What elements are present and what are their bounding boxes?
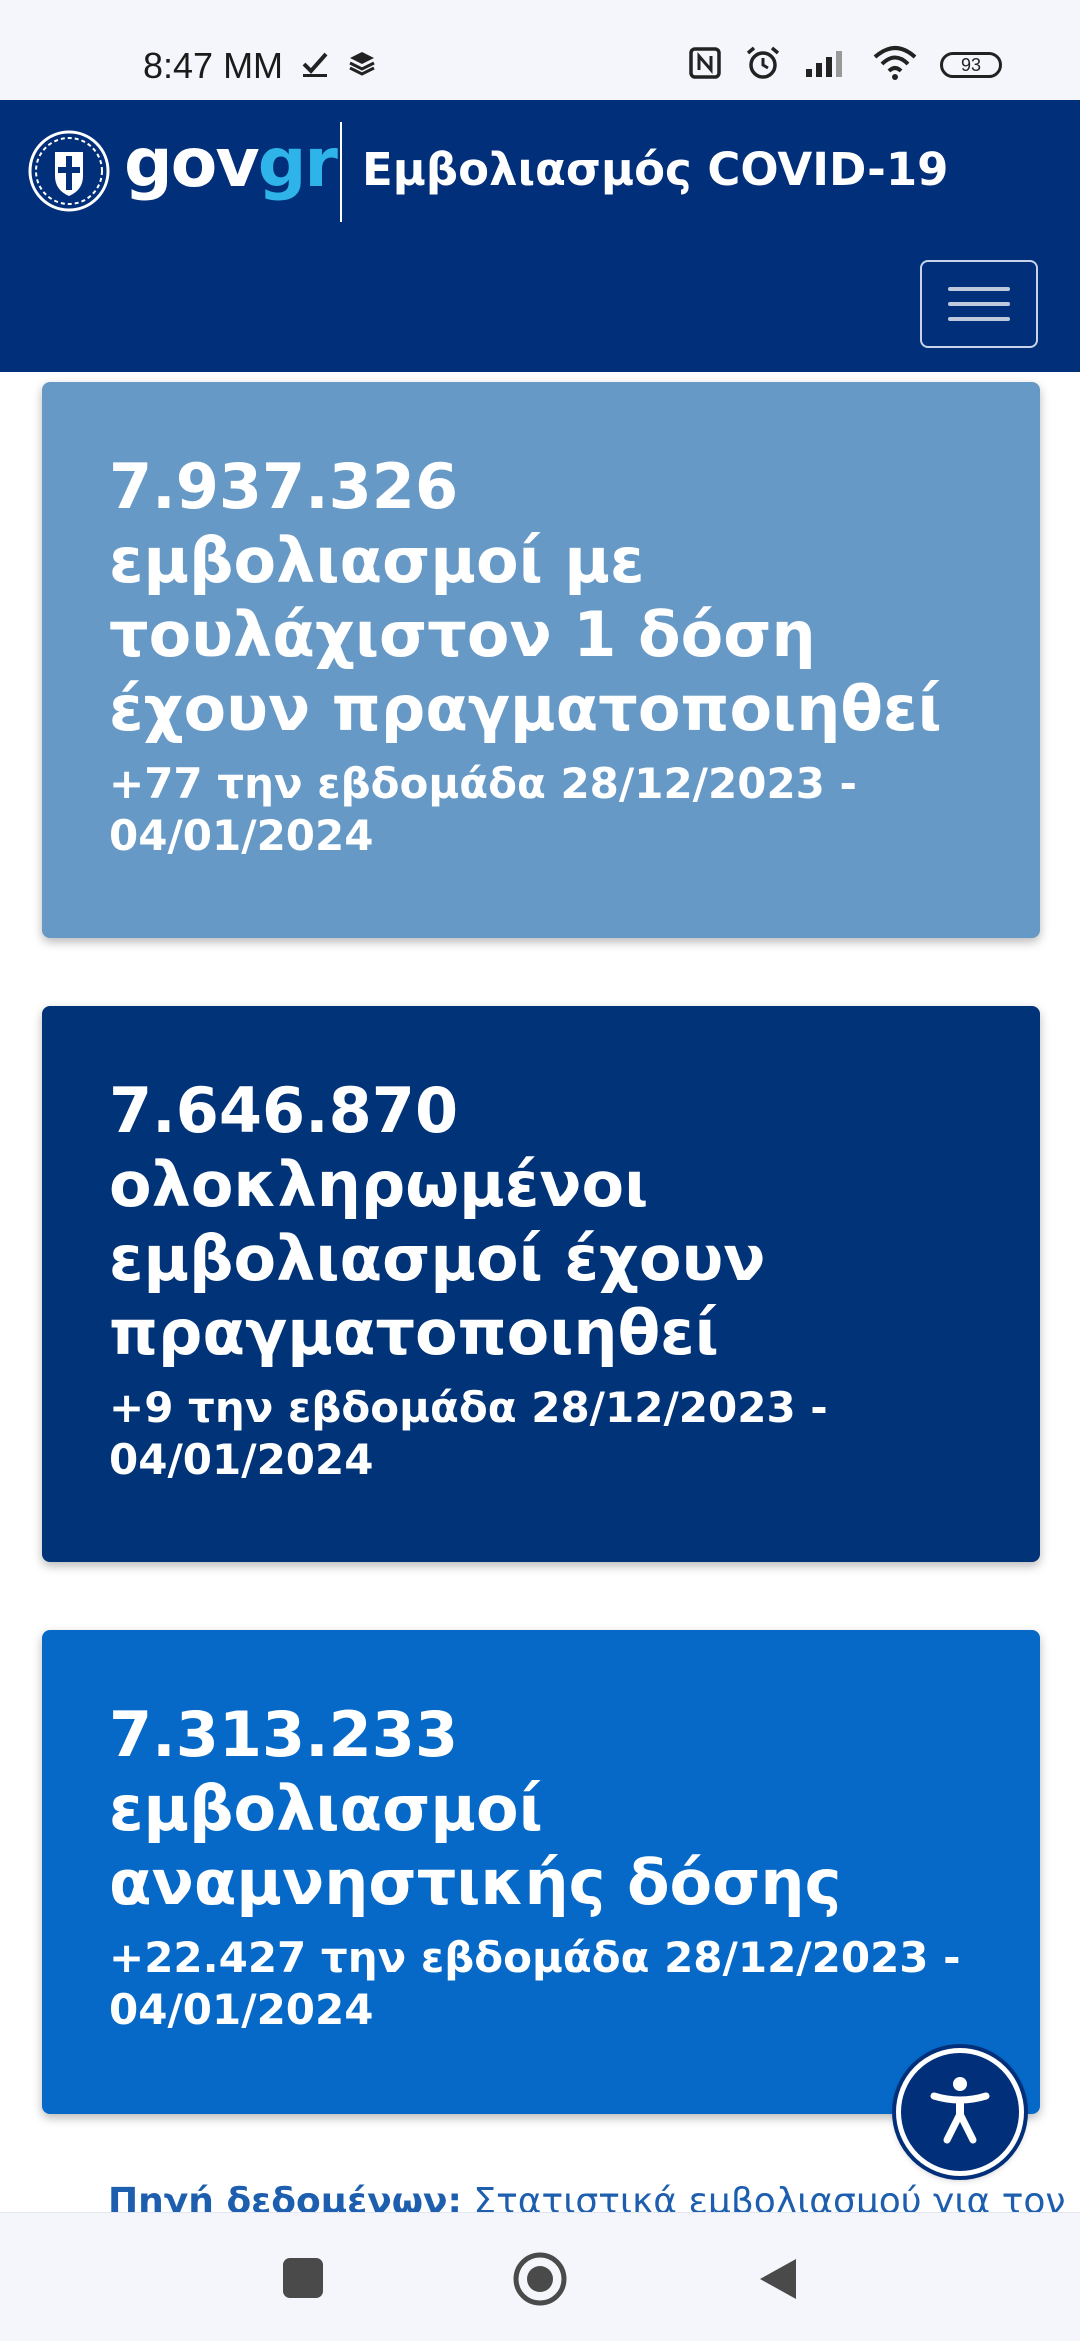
logo-gr-text: gr <box>257 124 338 203</box>
card-main-text: 7.313.233 εμβολιασμοί αναμνηστικής δόσης <box>109 1630 1000 1920</box>
card-weekly-change: +77 την εβδομάδα 28/12/2023 - 04/01/2024 <box>109 759 857 860</box>
header-divider <box>340 122 342 222</box>
card-main-text: 7.646.870 ολοκληρωμένοι εμβολιασμοί έχου… <box>109 1006 1000 1370</box>
site-header: govgr Εμβολιασμός COVID-19 <box>0 100 1080 372</box>
logo-gov-text: gov <box>124 124 260 203</box>
signal-icon <box>804 47 850 83</box>
check-icon <box>300 48 330 82</box>
status-left-icons <box>300 48 376 82</box>
card-description: εμβολιασμοί αναμνηστικής δόσης <box>109 1772 842 1919</box>
card-weekly-change: +9 την εβδομάδα 28/12/2023 - 04/01/2024 <box>109 1383 828 1484</box>
back-icon[interactable] <box>756 2257 798 2305</box>
hamburger-menu-icon <box>948 287 1010 291</box>
card-description: ολοκληρωμένοι εμβολιασμοί έχουν πραγματο… <box>109 1148 766 1369</box>
stat-card-booster: 7.313.233 εμβολιασμοί αναμνηστικής δόσης… <box>42 1630 1040 2114</box>
layers-icon <box>348 49 376 81</box>
wifi-icon <box>872 45 918 85</box>
stat-card-completed: 7.646.870 ολοκληρωμένοι εμβολιασμοί έχου… <box>42 1006 1040 1562</box>
hamburger-menu-button[interactable] <box>920 260 1038 348</box>
card-number: 7.646.870 <box>109 1074 459 1147</box>
card-weekly-change: +22.427 την εβδομάδα 28/12/2023 - 04/01/… <box>109 1933 961 2034</box>
accessibility-icon <box>928 2074 992 2150</box>
recent-apps-icon[interactable] <box>282 2257 324 2303</box>
card-description: εμβολιασμοί με τουλάχιστον 1 δόση έχουν … <box>109 524 942 745</box>
greek-emblem-icon[interactable] <box>28 130 110 212</box>
alarm-icon <box>744 44 782 86</box>
page-title[interactable]: Εμβολιασμός COVID-19 <box>362 138 948 202</box>
accessibility-button[interactable] <box>896 2048 1024 2176</box>
status-right-icons: 93 <box>688 44 1002 86</box>
card-number: 7.313.233 <box>109 1698 459 1771</box>
stat-card-first-dose: 7.937.326 εμβολιασμοί με τουλάχιστον 1 δ… <box>42 382 1040 938</box>
home-icon[interactable] <box>512 2251 568 2311</box>
govgr-logo[interactable]: govgr <box>124 122 338 206</box>
system-nav-bar <box>0 2212 1080 2341</box>
card-number: 7.937.326 <box>109 450 459 523</box>
battery-icon: 93 <box>940 52 1002 78</box>
status-time: 8:47 MM <box>143 45 284 86</box>
status-bar: 8:47 MM 93 <box>0 0 1080 100</box>
card-main-text: 7.937.326 εμβολιασμοί με τουλάχιστον 1 δ… <box>109 382 1000 746</box>
nfc-icon <box>688 46 722 84</box>
